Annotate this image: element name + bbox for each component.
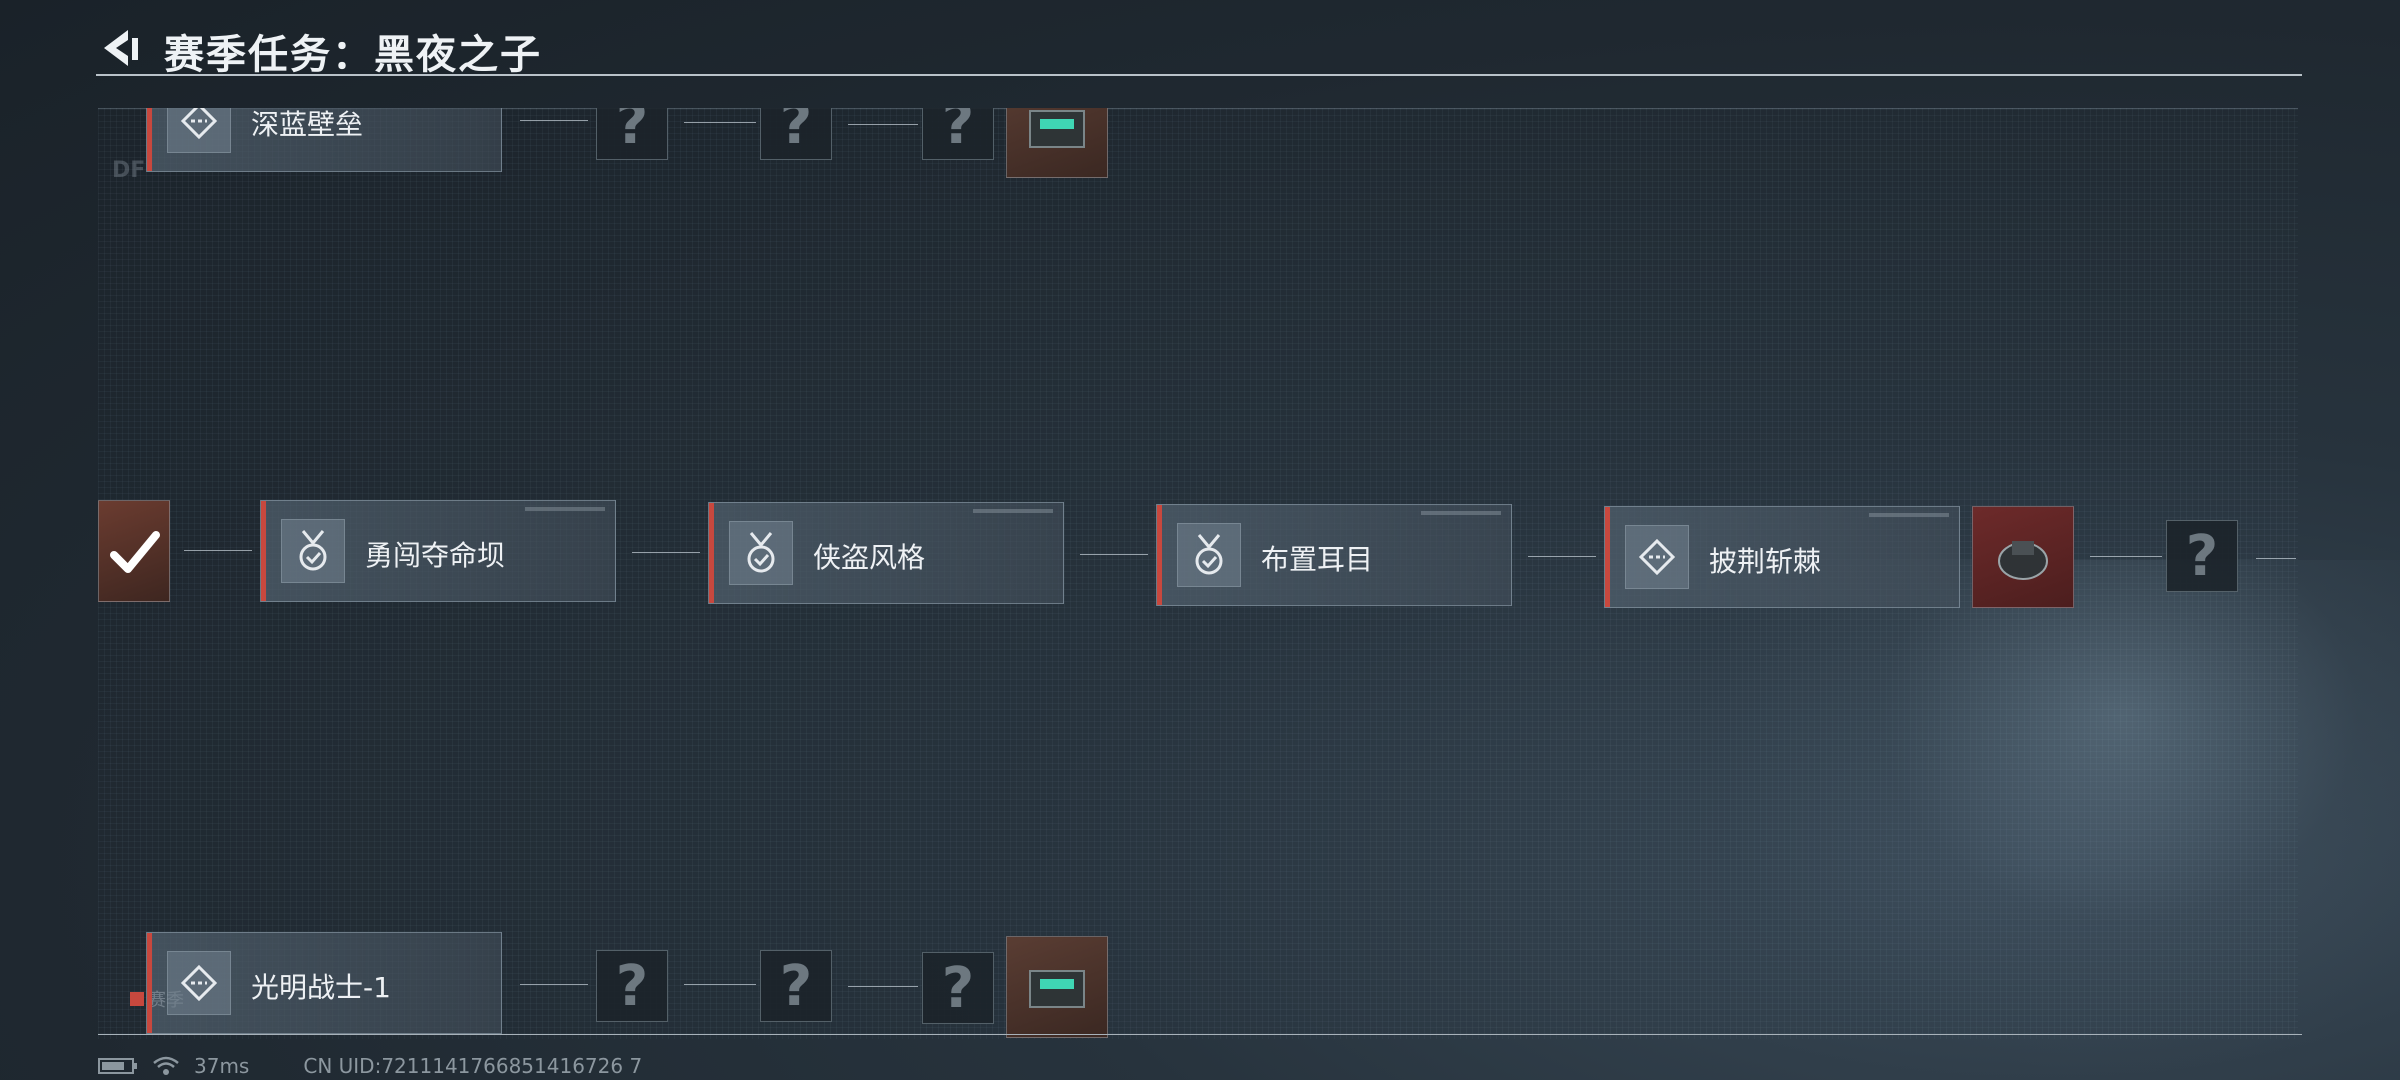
mission-card-2[interactable]: 侠盗风格 — [708, 502, 1064, 604]
connector — [848, 124, 918, 125]
diamond-icon — [1625, 525, 1689, 589]
connector — [2090, 556, 2162, 557]
ping-value: 37ms — [194, 1054, 250, 1078]
mission-card-4[interactable]: 披荆斩棘 — [1604, 506, 1960, 608]
card-accent — [1605, 507, 1610, 607]
connector — [684, 122, 756, 123]
locked-slot[interactable]: ? — [922, 108, 994, 160]
card-deco — [1869, 513, 1949, 517]
reward-item[interactable] — [1972, 506, 2074, 608]
connector — [684, 984, 756, 985]
mission-card-3[interactable]: 布置耳目 — [1156, 504, 1512, 606]
uid-text: CN UID:7211141766851416726 7 — [303, 1054, 643, 1078]
locked-slot[interactable]: ? — [760, 950, 832, 1022]
card-accent — [147, 108, 152, 171]
card-deco — [973, 509, 1053, 513]
header: 赛季任务：黑夜之子 — [96, 22, 2302, 78]
back-arrow-icon — [104, 30, 138, 66]
connector — [1080, 554, 1148, 555]
mission-label: 深蓝壁垒 — [251, 108, 364, 141]
wifi-icon — [153, 1056, 179, 1075]
connector — [632, 552, 700, 553]
card-deco — [1421, 511, 1501, 515]
diamond-icon — [167, 108, 231, 153]
bottom-divider — [98, 1034, 2302, 1035]
gear-item-icon — [1998, 541, 2048, 580]
status-bar: 37ms CN UID:7211141766851416726 7 — [98, 1054, 642, 1078]
connector — [184, 550, 252, 551]
locked-slot[interactable]: ? — [760, 108, 832, 160]
card-accent — [147, 933, 152, 1033]
connector — [520, 120, 588, 121]
back-button[interactable] — [96, 24, 144, 72]
mission-card-deep-blue[interactable]: 深蓝壁垒 — [146, 108, 502, 172]
card-accent — [709, 503, 714, 603]
card-accent — [1157, 505, 1162, 605]
reward-crate[interactable] — [1006, 108, 1108, 178]
mission-label: 光明战士-1 — [251, 971, 391, 1004]
mission-card-light-warrior[interactable]: 光明战士-1 — [146, 932, 502, 1034]
locked-slot[interactable]: ? — [596, 950, 668, 1022]
card-accent — [261, 501, 266, 601]
locked-slot[interactable]: ? — [2166, 520, 2238, 592]
page-title: 赛季任务：黑夜之子 — [164, 32, 542, 78]
locked-slot[interactable]: ? — [922, 952, 994, 1024]
crate-icon — [1029, 110, 1085, 148]
mission-label: 勇闯夺命坝 — [365, 539, 506, 572]
storm-background — [1700, 560, 2400, 1080]
connector — [848, 986, 918, 987]
checkmark-icon — [110, 531, 160, 573]
mission-label: 披荆斩棘 — [1709, 545, 1822, 578]
completed-reward[interactable] — [98, 500, 170, 602]
connector — [1528, 556, 1596, 557]
medal-check-icon — [1177, 523, 1241, 587]
medal-check-icon — [281, 519, 345, 583]
reward-crate[interactable] — [1006, 936, 1108, 1038]
decor-text: DF — [112, 158, 146, 183]
diamond-icon — [167, 951, 231, 1015]
battery-icon — [98, 1058, 137, 1074]
mission-card-1[interactable]: 勇闯夺命坝 — [260, 500, 616, 602]
mission-label: 布置耳目 — [1261, 543, 1374, 576]
medal-check-icon — [729, 521, 793, 585]
mission-label: 侠盗风格 — [813, 541, 926, 574]
connector — [520, 984, 588, 985]
connector — [2256, 558, 2296, 559]
season-tag-marker — [130, 992, 144, 1006]
crate-icon — [1029, 970, 1085, 1008]
locked-slot[interactable]: ? — [596, 108, 668, 160]
header-divider — [96, 74, 2302, 76]
card-deco — [525, 507, 605, 511]
